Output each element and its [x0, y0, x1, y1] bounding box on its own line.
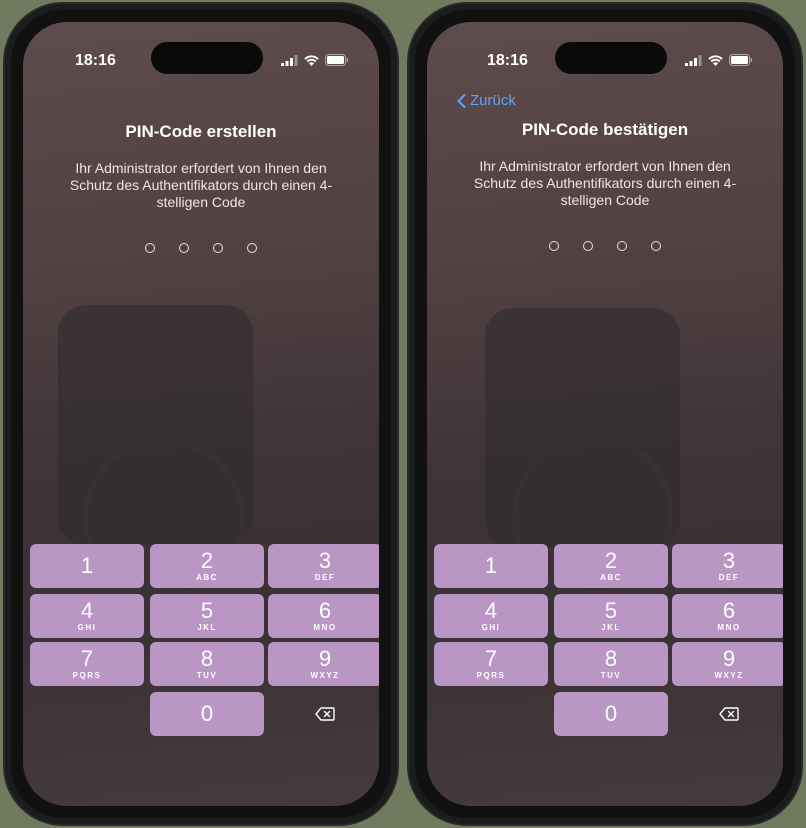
signal-icon — [685, 54, 702, 66]
pin-dot — [145, 243, 155, 253]
key-3[interactable]: 3 DEF — [268, 544, 379, 588]
key-2[interactable]: 2 ABC — [150, 544, 264, 588]
key-7[interactable]: 7 PQRS — [434, 642, 548, 686]
pin-dot — [617, 241, 627, 251]
status-bar: 18:16 — [23, 22, 379, 82]
key-6[interactable]: 6 MNO — [268, 594, 379, 638]
signal-icon — [281, 54, 298, 66]
pin-dot — [247, 243, 257, 253]
key-1[interactable]: 1 — [30, 544, 144, 588]
key-7[interactable]: 7 PQRS — [30, 642, 144, 686]
description: Ihr Administrator erfordert von Ihnen de… — [69, 160, 333, 210]
status-time: 18:16 — [75, 52, 116, 69]
back-button[interactable]: Zurück — [457, 92, 516, 109]
phone-right: 18:16 Zurück PIN-Code bestätigen Ihr Adm… — [409, 4, 801, 824]
key-2[interactable]: 2 ABC — [554, 544, 668, 588]
key-4[interactable]: 4 GHI — [30, 594, 144, 638]
key-0[interactable]: 0 — [150, 692, 264, 736]
page-title: PIN-Code bestätigen — [521, 120, 689, 139]
page-title: PIN-Code erstellen — [125, 122, 277, 141]
key-3[interactable]: 3 DEF — [672, 544, 783, 588]
phone-left: 18:16 PIN-Code erstellen Ihr Administrat… — [5, 4, 397, 824]
key-8[interactable]: 8 TUV — [150, 642, 264, 686]
description: Ihr Administrator erfordert von Ihnen de… — [473, 158, 737, 208]
key-9[interactable]: 9 WXYZ — [268, 642, 379, 686]
key-5[interactable]: 5 JKL — [150, 594, 264, 638]
battery-icon — [325, 54, 348, 66]
battery-icon — [729, 54, 752, 66]
dynamic-island — [555, 42, 667, 74]
pin-dot — [179, 243, 189, 253]
dynamic-island — [151, 42, 263, 74]
delete-button[interactable] — [268, 692, 379, 736]
pin-dot — [651, 241, 661, 251]
back-label: Zurück — [470, 92, 516, 109]
pin-dots — [23, 243, 379, 253]
screen-create-pin: 18:16 PIN-Code erstellen Ihr Administrat… — [23, 22, 379, 806]
pin-dot — [549, 241, 559, 251]
chevron-left-icon — [457, 93, 466, 108]
key-4[interactable]: 4 GHI — [434, 594, 548, 638]
screen-confirm-pin: 18:16 Zurück PIN-Code bestätigen Ihr Adm… — [427, 22, 783, 806]
key-6[interactable]: 6 MNO — [672, 594, 783, 638]
backspace-icon — [719, 707, 739, 721]
wifi-icon — [304, 54, 319, 66]
pin-dot — [583, 241, 593, 251]
key-5[interactable]: 5 JKL — [554, 594, 668, 638]
status-bar: 18:16 — [427, 22, 783, 82]
backspace-icon — [315, 707, 335, 721]
status-time: 18:16 — [487, 52, 528, 69]
pin-dots — [427, 241, 783, 251]
key-0[interactable]: 0 — [554, 692, 668, 736]
wifi-icon — [708, 54, 723, 66]
delete-button[interactable] — [672, 692, 783, 736]
key-1[interactable]: 1 — [434, 544, 548, 588]
pin-dot — [213, 243, 223, 253]
key-8[interactable]: 8 TUV — [554, 642, 668, 686]
key-9[interactable]: 9 WXYZ — [672, 642, 783, 686]
